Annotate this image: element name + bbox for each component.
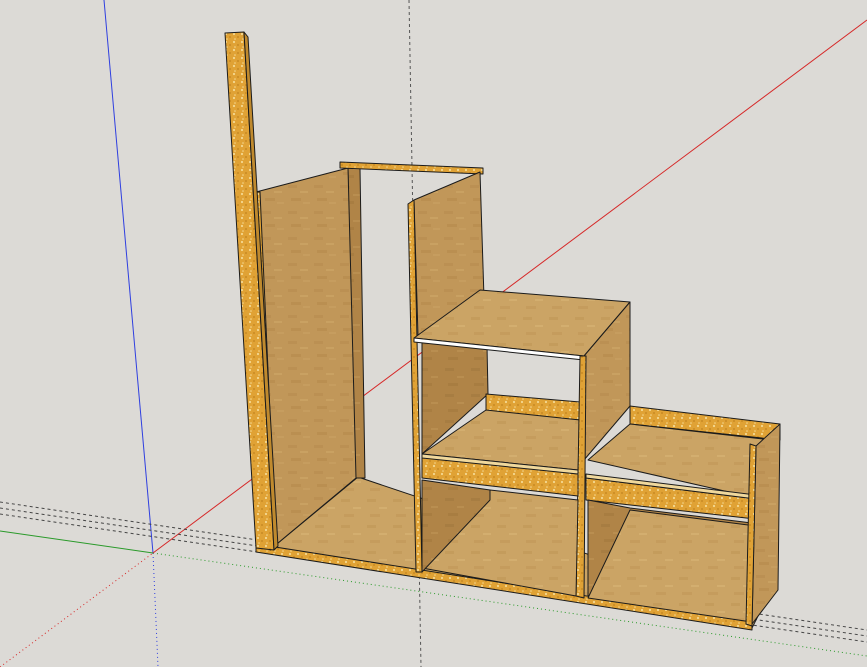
red-axis-dotted	[0, 552, 154, 667]
model-canvas[interactable]	[0, 0, 867, 667]
blue-axis	[103, 0, 154, 554]
green-axis	[0, 530, 154, 554]
staircase-cabinet-model[interactable]	[224, 31, 781, 631]
sketchup-3d-viewport[interactable]	[0, 0, 867, 667]
blue-axis-dotted	[152, 552, 159, 667]
